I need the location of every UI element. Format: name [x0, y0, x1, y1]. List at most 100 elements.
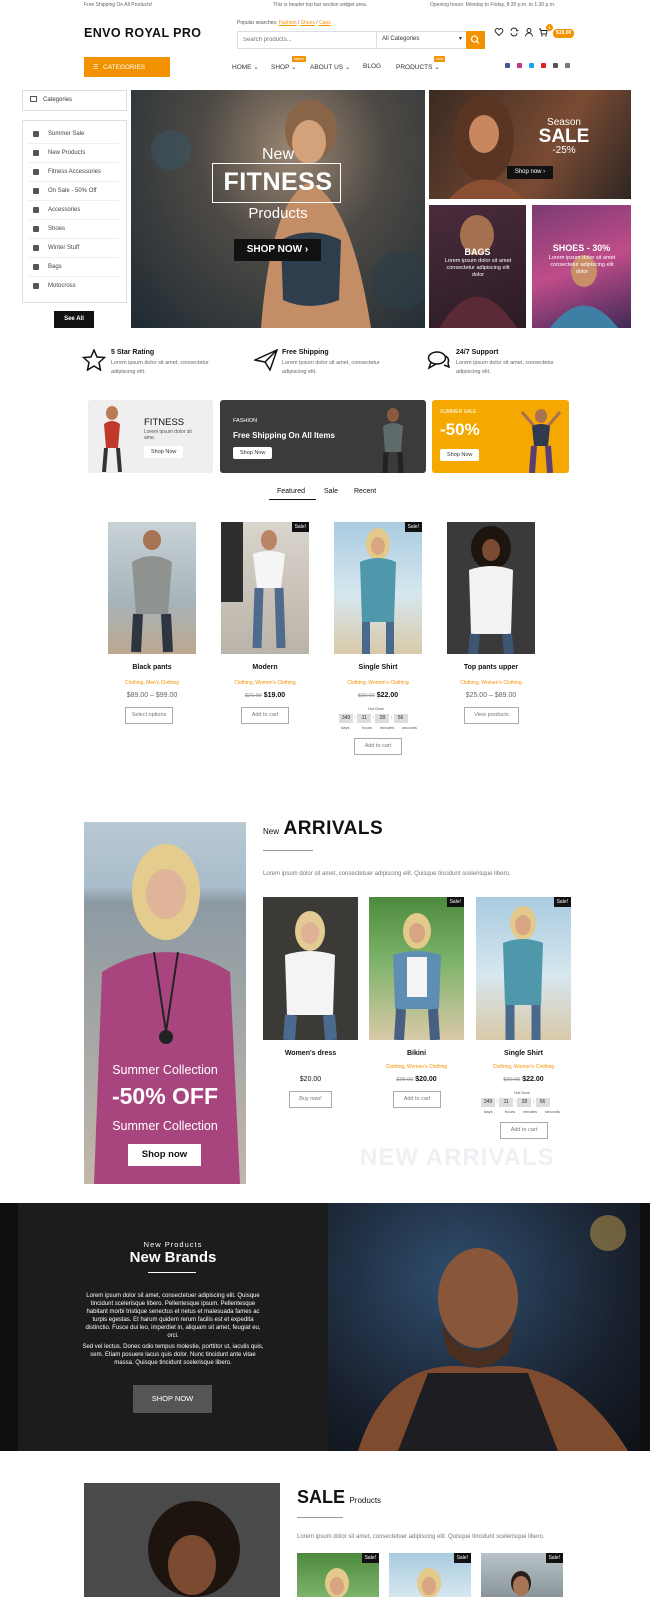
- product-title[interactable]: Single Shirt: [334, 664, 422, 671]
- site-logo[interactable]: ENVO ROYAL PRO: [84, 26, 201, 40]
- promo-fashion-title: Free Shipping On All Items: [233, 431, 335, 440]
- topbar-shipping-text: Free Shipping On All Products!: [84, 2, 153, 8]
- popular-link-caps[interactable]: Caps: [319, 20, 331, 26]
- search-category-select[interactable]: All Categories ▾: [376, 32, 466, 48]
- compare-icon[interactable]: [509, 27, 519, 37]
- star-icon: [33, 188, 39, 194]
- sidebar-item-on-sale[interactable]: On Sale - 50% Off: [29, 182, 119, 201]
- arrival-card-womens-dress[interactable]: Women's dress $20.00 Buy now!: [263, 897, 358, 1117]
- shoes-tile[interactable]: SHOES - 30% Lorem ipsum dolor sit amet c…: [532, 205, 631, 328]
- nav-item-home[interactable]: HOME ⌄: [232, 63, 259, 71]
- cart-total-badge[interactable]: $19.00: [553, 29, 575, 38]
- product-title[interactable]: Top pants upper: [447, 664, 535, 671]
- brands-shop-now-button[interactable]: SHOP NOW: [133, 1385, 212, 1413]
- email-icon[interactable]: [553, 63, 558, 68]
- product-image[interactable]: Sale!: [369, 897, 464, 1040]
- sale-product-image-2[interactable]: Sale!: [389, 1553, 471, 1597]
- product-image[interactable]: Sale!: [221, 522, 309, 654]
- heart-icon[interactable]: [494, 27, 504, 37]
- product-categories[interactable]: Clothing, Women's Clothing: [447, 680, 535, 686]
- product-title[interactable]: Single Shirt: [476, 1050, 571, 1057]
- sidebar-item-accessories[interactable]: Accessories: [29, 201, 119, 220]
- product-old-price: $30.00: [503, 1077, 521, 1083]
- product-categories[interactable]: Clothing, Women's Clothing: [221, 680, 309, 686]
- promo-summer-button[interactable]: Shop Now: [440, 449, 480, 461]
- sidebar-item-fitness-accessories[interactable]: Fitness Accessories: [29, 163, 119, 182]
- categories-button[interactable]: ☰ CATEGORIES: [84, 57, 170, 77]
- nav-item-about[interactable]: ABOUT US ⌄: [310, 63, 350, 71]
- new-brands-section: New Products New Brands Lorem ipsum dolo…: [0, 1203, 650, 1451]
- search-button[interactable]: [466, 31, 485, 49]
- season-sale-tile[interactable]: Season SALE -25% Shop now ›: [429, 90, 631, 199]
- product-title[interactable]: Modern: [221, 664, 309, 671]
- nav-label-products: PRODUCTS: [396, 64, 433, 71]
- sidebar-item-label: Winter Stuff: [48, 245, 80, 251]
- promo-fitness-button[interactable]: Shop Now: [144, 446, 184, 458]
- product-card-single-shirt[interactable]: Sale! Single Shirt Clothing, Women's Clo…: [334, 522, 422, 760]
- add-to-cart-button[interactable]: Add to cart: [500, 1122, 548, 1139]
- season-shop-button[interactable]: Shop now ›: [507, 166, 553, 179]
- sale-section-image[interactable]: [84, 1483, 280, 1597]
- nav-item-blog[interactable]: BLOG: [363, 63, 381, 70]
- product-categories[interactable]: Clothing, Women's Clothing: [369, 1064, 464, 1070]
- product-card-top-pants-upper[interactable]: Top pants upper Clothing, Women's Clothi…: [447, 522, 535, 724]
- product-categories[interactable]: Clothing, Women's Clothing: [476, 1064, 571, 1070]
- product-image[interactable]: Sale!: [476, 897, 571, 1040]
- promo-fashion-button[interactable]: Shop Now: [233, 447, 273, 459]
- youtube-icon[interactable]: [541, 63, 546, 68]
- popular-link-shoes[interactable]: Shoes: [301, 20, 315, 26]
- bags-title: BAGS: [464, 247, 491, 257]
- add-to-cart-button[interactable]: Add to cart: [354, 738, 402, 755]
- hero-shop-now-button[interactable]: SHOP NOW ›: [234, 239, 321, 261]
- add-to-cart-button[interactable]: Add to cart: [393, 1091, 441, 1108]
- sidebar-item-shoes[interactable]: Shoes: [29, 220, 119, 239]
- product-categories[interactable]: Clothing, Women's Clothing: [334, 680, 422, 686]
- nav-item-shop[interactable]: SHOP ⌄: [271, 63, 297, 71]
- product-categories[interactable]: Clothing, Men's Clothing: [108, 680, 196, 686]
- add-to-cart-button[interactable]: Add to cart: [241, 707, 289, 724]
- countdown-timer: 349 : 11 : 28 : 56: [339, 714, 408, 723]
- sidebar-item-winter-stuff[interactable]: Winter Stuff: [29, 239, 119, 258]
- instagram-icon[interactable]: [517, 63, 522, 68]
- facebook-icon[interactable]: [505, 63, 510, 68]
- product-image[interactable]: [263, 897, 358, 1040]
- hero-banner[interactable]: New FITNESS Products SHOP NOW ›: [131, 90, 425, 328]
- user-icon[interactable]: [524, 27, 534, 37]
- sale-product-image-1[interactable]: Sale!: [297, 1553, 379, 1597]
- bags-tile[interactable]: BAGS Lorem ipsum dolor sit amet consecte…: [429, 205, 526, 328]
- promo-fitness-desc: Lorem ipsum dolor sit ame.: [144, 429, 192, 441]
- tab-sale[interactable]: Sale: [324, 488, 338, 495]
- search-input[interactable]: [238, 32, 376, 48]
- product-title[interactable]: Black pants: [108, 664, 196, 671]
- select-options-button[interactable]: Select options: [125, 707, 173, 724]
- countdown-label: Hot Deal: [514, 1090, 530, 1095]
- product-title[interactable]: Bikini: [369, 1050, 464, 1057]
- arrival-card-bikini[interactable]: Sale! Bikini Clothing, Women's Clothing …: [369, 897, 464, 1117]
- product-title[interactable]: Women's dress: [263, 1050, 358, 1057]
- arrival-card-single-shirt[interactable]: Sale! Single Shirt Clothing, Women's Clo…: [476, 897, 571, 1147]
- sidebar-item-new-products[interactable]: New Products: [29, 144, 119, 163]
- product-card-modern[interactable]: Sale! Modern Clothing, Women's Clothing …: [221, 522, 309, 724]
- buy-now-button[interactable]: Buy now!: [289, 1091, 332, 1108]
- twitter-icon[interactable]: [529, 63, 534, 68]
- product-image[interactable]: [447, 522, 535, 654]
- see-all-button[interactable]: See All: [54, 311, 94, 328]
- sale-product-image-3[interactable]: Sale!: [481, 1553, 563, 1597]
- summer-collection-banner[interactable]: Summer Collection -50% OFF Summer Collec…: [84, 822, 246, 1184]
- tab-recent[interactable]: Recent: [354, 488, 376, 495]
- sidebar-item-bags[interactable]: Bags: [29, 258, 119, 277]
- promo-fashion[interactable]: FASHION Free Shipping On All Items Shop …: [220, 400, 426, 473]
- product-card-black-pants[interactable]: Black pants Clothing, Men's Clothing $89…: [108, 522, 196, 724]
- rss-icon[interactable]: [565, 63, 570, 68]
- promo-fitness[interactable]: FITNESS Lorem ipsum dolor sit ame. Shop …: [88, 400, 213, 473]
- sidebar-item-summer-sale[interactable]: Summer Sale: [29, 125, 119, 144]
- nav-item-products[interactable]: PRODUCTS ⌄: [396, 63, 440, 71]
- sidebar-item-motocross[interactable]: Motocross: [29, 277, 119, 296]
- product-image[interactable]: Sale!: [334, 522, 422, 654]
- view-products-button[interactable]: View products: [464, 707, 519, 724]
- tab-featured[interactable]: Featured: [277, 488, 305, 495]
- summer-shop-now-button[interactable]: Shop now: [128, 1144, 201, 1166]
- popular-link-fashion[interactable]: Fashion: [279, 20, 297, 26]
- promo-summer-sale[interactable]: SUMMER SALE -50% Shop Now: [432, 400, 569, 473]
- product-image[interactable]: [108, 522, 196, 654]
